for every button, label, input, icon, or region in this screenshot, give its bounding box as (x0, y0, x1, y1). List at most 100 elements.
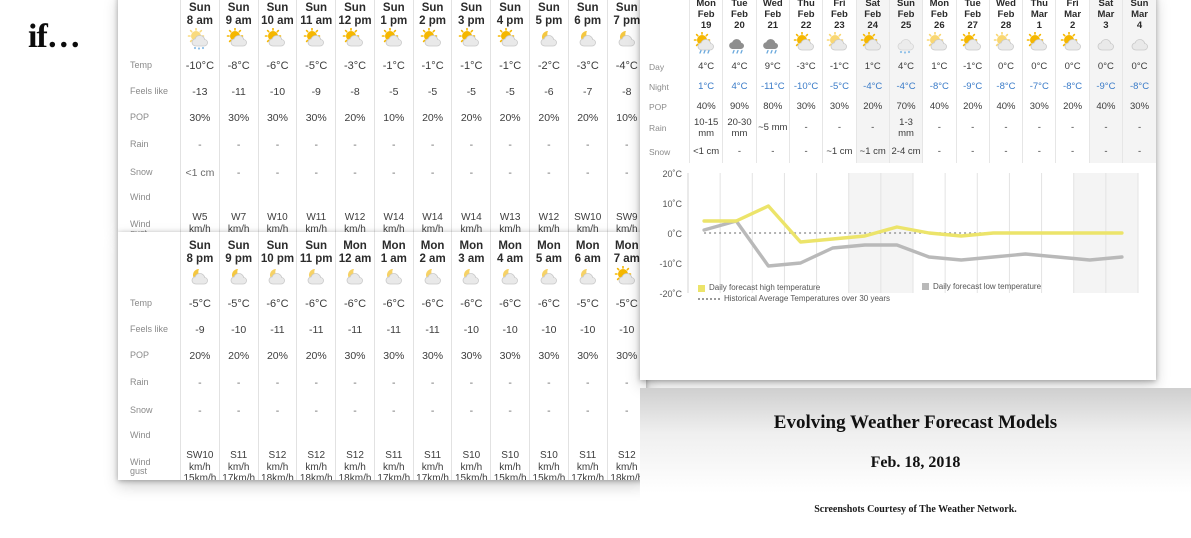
pop-value: 20% (335, 105, 375, 132)
feels-like-value: -10 (490, 317, 530, 344)
weather-sun-cloud-snow-icon (180, 28, 220, 54)
temp-value: -6°C (412, 291, 452, 318)
wind-value: W7 km/h (227, 212, 250, 232)
temp-value: -6°C (490, 291, 530, 318)
daily-column-header: Sat Mar 3 (1088, 0, 1123, 32)
day-temp-value: 0°C (1088, 56, 1123, 77)
rain-value: - (412, 131, 452, 160)
rain-value: 20-30 mm (722, 116, 757, 141)
snow-value: - (1055, 140, 1090, 163)
feels-like-value: -11 (335, 317, 375, 344)
rain-value: - (1122, 116, 1156, 141)
daily-column-header: Sat Feb 24 (855, 0, 890, 32)
slide-canvas: if… Sun 8 am Sun 9 am Sun 10 am Sun 11 am Sun 12 … (0, 0, 1191, 538)
weather-sun-cloud-icon (1022, 31, 1056, 57)
snow-value: ~1 cm (855, 140, 890, 163)
snow-value: - (490, 397, 530, 426)
hourly-column-header: Sun 10 am (257, 0, 297, 29)
row-label-day: Day (649, 61, 665, 72)
weather-cloud-icon (1088, 31, 1123, 57)
pop-value: 20% (1055, 96, 1090, 117)
night-temp-value: 4°C (722, 76, 757, 97)
rain-value: 1-3 mm (888, 116, 923, 141)
hourly-forecast-card-morning: Sun 8 am Sun 9 am Sun 10 am Sun 11 am Sun 12 pm Su… (118, 0, 646, 232)
pop-value: 20% (296, 343, 336, 370)
pop-value: 10% (373, 105, 414, 132)
snow-value: - (335, 397, 375, 426)
hourly-column-header: Mon 2 am (412, 232, 452, 267)
snow-value: - (296, 159, 336, 188)
row-label-snow: Snow (130, 405, 153, 416)
day-temp-value: 0°C (1022, 56, 1056, 77)
header-corner (118, 232, 181, 266)
weather-sun-cloud-icon (373, 28, 414, 54)
snow-value: - (955, 140, 990, 163)
snow-value: - (373, 397, 414, 426)
legend-item-high: Daily forecast high temperature (698, 283, 890, 294)
rain-value: - (490, 369, 530, 398)
weather-cloud-rain-icon (722, 31, 757, 57)
snow-value: - (529, 159, 569, 188)
hourly-forecast-card-evening: Sun 8 pm Sun 9 pm Sun 10 pm Sun 11 pm Mon 12 am Mo… (118, 232, 646, 480)
pop-value: 20% (490, 105, 530, 132)
rain-value: - (1022, 116, 1056, 141)
temp-value: -1°C (412, 53, 452, 80)
weather-cloud-moon-icon (490, 266, 530, 292)
pop-value: 30% (180, 105, 220, 132)
hourly-column-header: Sun 6 pm (567, 0, 608, 29)
weather-sun-cloud-icon (296, 28, 336, 54)
weather-sun-cloud-pale-icon (822, 31, 857, 57)
rain-value: - (218, 369, 259, 398)
pop-value: 40% (1088, 96, 1123, 117)
temp-value: -5°C (567, 291, 608, 318)
snow-value: - (1022, 140, 1056, 163)
fourteen-day-forecast-card: Mon Feb 19 Tue Feb 20 Wed Feb 21 Thu Feb 22 Fri Feb 23… (640, 0, 1156, 380)
rain-value: - (373, 131, 414, 160)
weather-sun-cloud-icon (490, 28, 530, 54)
legend-item-historical: Historical Average Temperatures over 30 … (698, 294, 890, 305)
daily-column-header: Thu Mar 1 (1022, 0, 1056, 32)
night-temp-value: -11°C (755, 76, 790, 97)
feels-like-value: -11 (218, 79, 259, 106)
snow-value: - (529, 397, 569, 426)
daily-column-header: Sun Mar 4 (1122, 0, 1156, 32)
wind-value: S10 km/h (499, 450, 521, 473)
wind-gust-value: 17km/h (222, 473, 256, 480)
snow-value: - (922, 140, 956, 163)
daily-column-header: Wed Feb 28 (988, 0, 1023, 32)
feels-like-value: -6 (529, 79, 569, 106)
temp-value: -6°C (373, 291, 414, 318)
rain-value: - (451, 131, 491, 160)
weather-sun-cloud-icon (257, 28, 297, 54)
feels-like-value: -5 (451, 79, 491, 106)
row-label-rain: Rain (130, 139, 149, 150)
pop-value: 30% (218, 105, 259, 132)
pop-value: 30% (257, 105, 297, 132)
temp-value: -6°C (257, 291, 297, 318)
pop-value: 30% (567, 343, 608, 370)
weather-cloud-moon-icon (451, 266, 491, 292)
wind-gust-value: 15km/h (493, 473, 527, 480)
rain-value: - (822, 116, 857, 141)
wind-value: S11 km/h (576, 450, 599, 473)
weather-moon-cloud-icon (567, 28, 608, 54)
caption-date: Feb. 18, 2018 (870, 454, 961, 471)
snow-value: <1 cm (180, 159, 220, 188)
feels-like-value: -10 (567, 317, 608, 344)
night-temp-value: -8°C (922, 76, 956, 97)
wind-gust-value: 17km/h (416, 473, 449, 480)
wind-value: W14 km/h (421, 212, 444, 232)
wind-value: S11 km/h (421, 450, 444, 473)
wind-gust-value: 15km/h (532, 473, 566, 480)
temp-value: -6°C (335, 291, 375, 318)
hourly-row-snow: Snow <1 cm - - - - - - - - - - - (118, 159, 646, 188)
hourly-column-header: Mon 4 am (490, 232, 530, 267)
feels-like-value: -5 (412, 79, 452, 106)
rain-value: - (257, 369, 297, 398)
hourly-column-header: Sun 9 am (218, 0, 259, 29)
hourly-column-header: Sun 5 pm (529, 0, 569, 29)
daily-row-rain: Rain 10-15 mm 20-30 mm ~5 mm - - -1-3 mm - - - - - - - (640, 116, 1156, 141)
rain-value: - (335, 369, 375, 398)
rain-value: 10-15 mm (688, 116, 723, 141)
daily-column-header: Mon Feb 26 (922, 0, 956, 32)
